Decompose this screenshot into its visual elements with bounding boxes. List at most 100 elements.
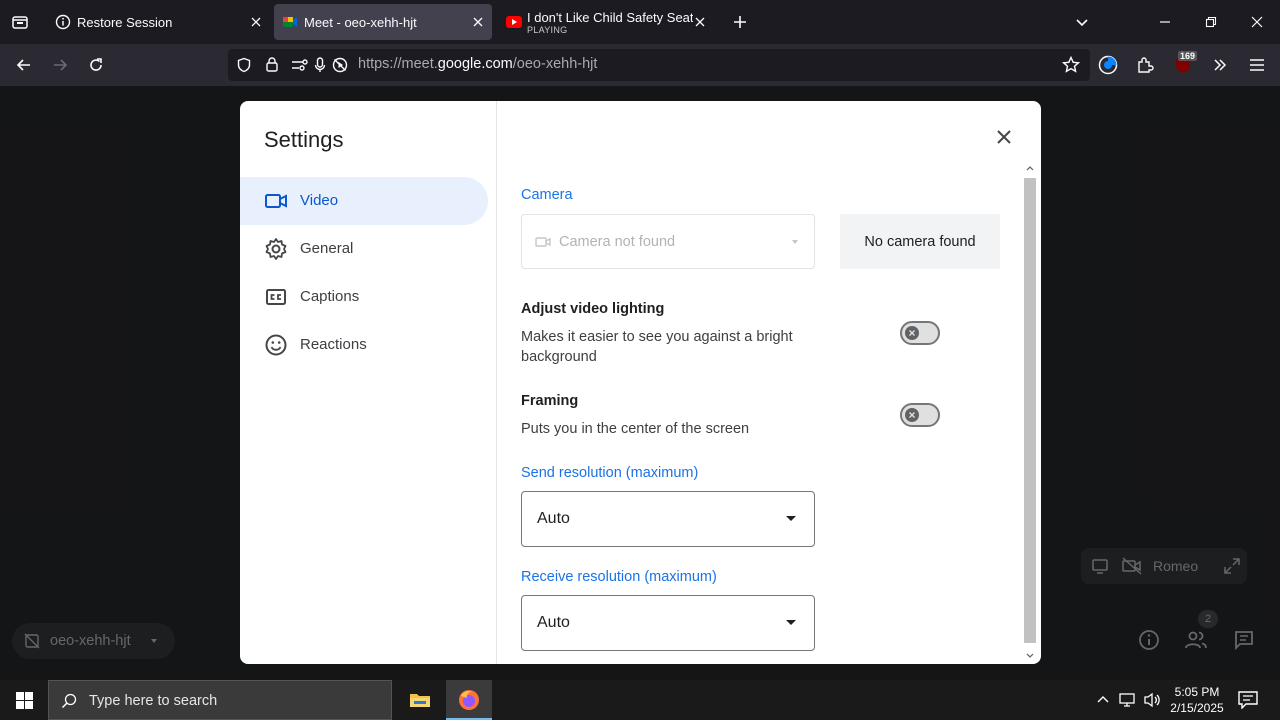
smiley-icon <box>265 334 287 356</box>
restore-button[interactable] <box>1197 8 1225 36</box>
nav-general[interactable]: General <box>240 225 488 273</box>
minimize-icon <box>1160 21 1170 23</box>
settings-dialog: Settings Video General Captions Reaction… <box>240 101 1041 664</box>
camera-select-value: Camera not found <box>559 234 676 250</box>
more-tools-button[interactable] <box>1206 51 1234 79</box>
clock[interactable]: 5:05 PM 2/15/2025 <box>1166 684 1228 716</box>
tab-restore-session[interactable]: Restore Session <box>46 4 270 40</box>
nav-label: Video <box>300 192 339 209</box>
firefox-view-button[interactable] <box>6 8 34 36</box>
lock-icon <box>266 57 278 72</box>
tab-meet[interactable]: Meet - oeo-xehh-hjt <box>274 4 492 40</box>
framing-toggle[interactable] <box>900 403 940 427</box>
autoplay-blocked-icon <box>332 57 348 73</box>
new-tab-button[interactable] <box>726 8 754 36</box>
receive-resolution-value: Auto <box>537 614 570 631</box>
captions-icon <box>266 289 286 305</box>
nav-reactions[interactable]: Reactions <box>240 321 488 369</box>
nav-captions[interactable]: Captions <box>240 273 488 321</box>
scrollbar-thumb[interactable] <box>1024 178 1036 643</box>
dropdown-arrow-icon <box>786 620 796 625</box>
minimize-button[interactable] <box>1151 8 1179 36</box>
framing-description: Puts you in the center of the screen <box>521 421 750 437</box>
tracking-shield-icon <box>237 57 251 73</box>
receive-resolution-heading: Receive resolution (maximum) <box>521 569 717 585</box>
receive-resolution-select[interactable]: Auto <box>521 595 815 651</box>
hamburger-menu-icon <box>1250 59 1264 71</box>
start-button[interactable] <box>0 680 48 720</box>
extensions-button[interactable] <box>1131 51 1159 79</box>
address-bar[interactable]: https://meet.google.com/oeo-xehh-hjt <box>228 49 1090 81</box>
camera-preview: No camera found <box>840 214 1000 269</box>
close-window-button[interactable] <box>1243 8 1271 36</box>
tab-bar: Restore Session Meet - oeo-xehh-hjt I do… <box>0 0 1280 44</box>
videocam-icon <box>265 194 287 208</box>
toggle-off-icon <box>905 326 919 340</box>
firefox-taskbar-button[interactable] <box>446 680 492 720</box>
info-icon <box>55 14 71 30</box>
windows-logo-icon <box>15 691 33 709</box>
nav-label: General <box>300 240 354 257</box>
plus-icon <box>734 16 746 28</box>
account-icon <box>1098 55 1118 75</box>
bookmark-star-icon <box>1062 56 1080 73</box>
framing-title: Framing <box>521 393 579 409</box>
folder-icon <box>410 694 430 707</box>
camera-heading: Camera <box>521 187 573 203</box>
settings-scrollbar[interactable] <box>1023 163 1037 663</box>
lighting-description: Makes it easier to see you against a bri… <box>521 329 793 365</box>
send-resolution-select[interactable]: Auto <box>521 491 815 547</box>
close-tab-icon[interactable] <box>692 14 708 30</box>
close-icon <box>1251 16 1263 28</box>
scroll-down-icon <box>1026 653 1034 658</box>
camera-preview-text: No camera found <box>864 233 976 250</box>
close-tab-icon[interactable] <box>248 14 264 30</box>
lighting-toggle[interactable] <box>900 321 940 345</box>
network-icon <box>1119 693 1135 707</box>
nav-video[interactable]: Video <box>240 177 488 225</box>
microphone-icon <box>314 57 326 72</box>
volume-icon <box>1144 692 1160 708</box>
chevron-down-icon <box>792 240 798 244</box>
notification-icon <box>1238 691 1258 709</box>
close-tab-icon[interactable] <box>470 14 486 30</box>
chevron-down-icon <box>1076 19 1088 27</box>
puzzle-icon <box>1138 57 1154 73</box>
back-button[interactable] <box>10 51 38 79</box>
windows-taskbar: Type here to search 5:05 PM 2/15/2025 <box>0 680 1280 720</box>
firefox-view-icon <box>12 16 28 29</box>
reload-icon <box>90 58 102 71</box>
tab-youtube[interactable]: I don't Like Child Safety Seat | P PLAYI… <box>498 4 716 40</box>
app-menu-button[interactable] <box>1243 51 1271 79</box>
search-icon <box>61 693 77 709</box>
restore-icon <box>1205 16 1217 28</box>
tab-title: I don't Like Child Safety Seat | P <box>527 9 693 25</box>
account-button[interactable] <box>1094 51 1122 79</box>
list-all-tabs-button[interactable] <box>1068 8 1096 36</box>
youtube-logo-icon <box>506 16 522 28</box>
send-resolution-heading: Send resolution (maximum) <box>521 465 699 481</box>
nav-label: Captions <box>300 288 360 305</box>
notifications-button[interactable] <box>1236 688 1260 712</box>
toggle-off-icon <box>905 408 919 422</box>
url-text[interactable]: https://meet.google.com/oeo-xehh-hjt <box>358 56 597 72</box>
search-placeholder: Type here to search <box>89 693 218 709</box>
forward-button[interactable] <box>46 51 74 79</box>
taskbar-search-box[interactable]: Type here to search <box>48 680 392 720</box>
navigation-toolbar: https://meet.google.com/oeo-xehh-hjt 169 <box>0 44 1280 86</box>
chevron-up-icon <box>1097 696 1109 703</box>
videocam-icon <box>535 237 551 247</box>
permissions-icon <box>292 59 308 71</box>
settings-sidebar: Settings Video General Captions Reaction… <box>240 101 497 664</box>
lighting-title: Adjust video lighting <box>521 301 665 317</box>
close-dialog-button[interactable] <box>990 123 1018 151</box>
reload-button[interactable] <box>82 51 110 79</box>
dialog-title: Settings <box>264 127 344 152</box>
tab-title: Restore Session <box>77 14 173 30</box>
url-domain: google.com <box>437 56 513 72</box>
meet-logo-icon <box>283 17 297 27</box>
file-explorer-button[interactable] <box>400 680 440 720</box>
ublock-extension-button[interactable]: 169 <box>1169 51 1198 79</box>
close-icon <box>997 130 1011 144</box>
camera-select[interactable]: Camera not found <box>521 214 815 269</box>
